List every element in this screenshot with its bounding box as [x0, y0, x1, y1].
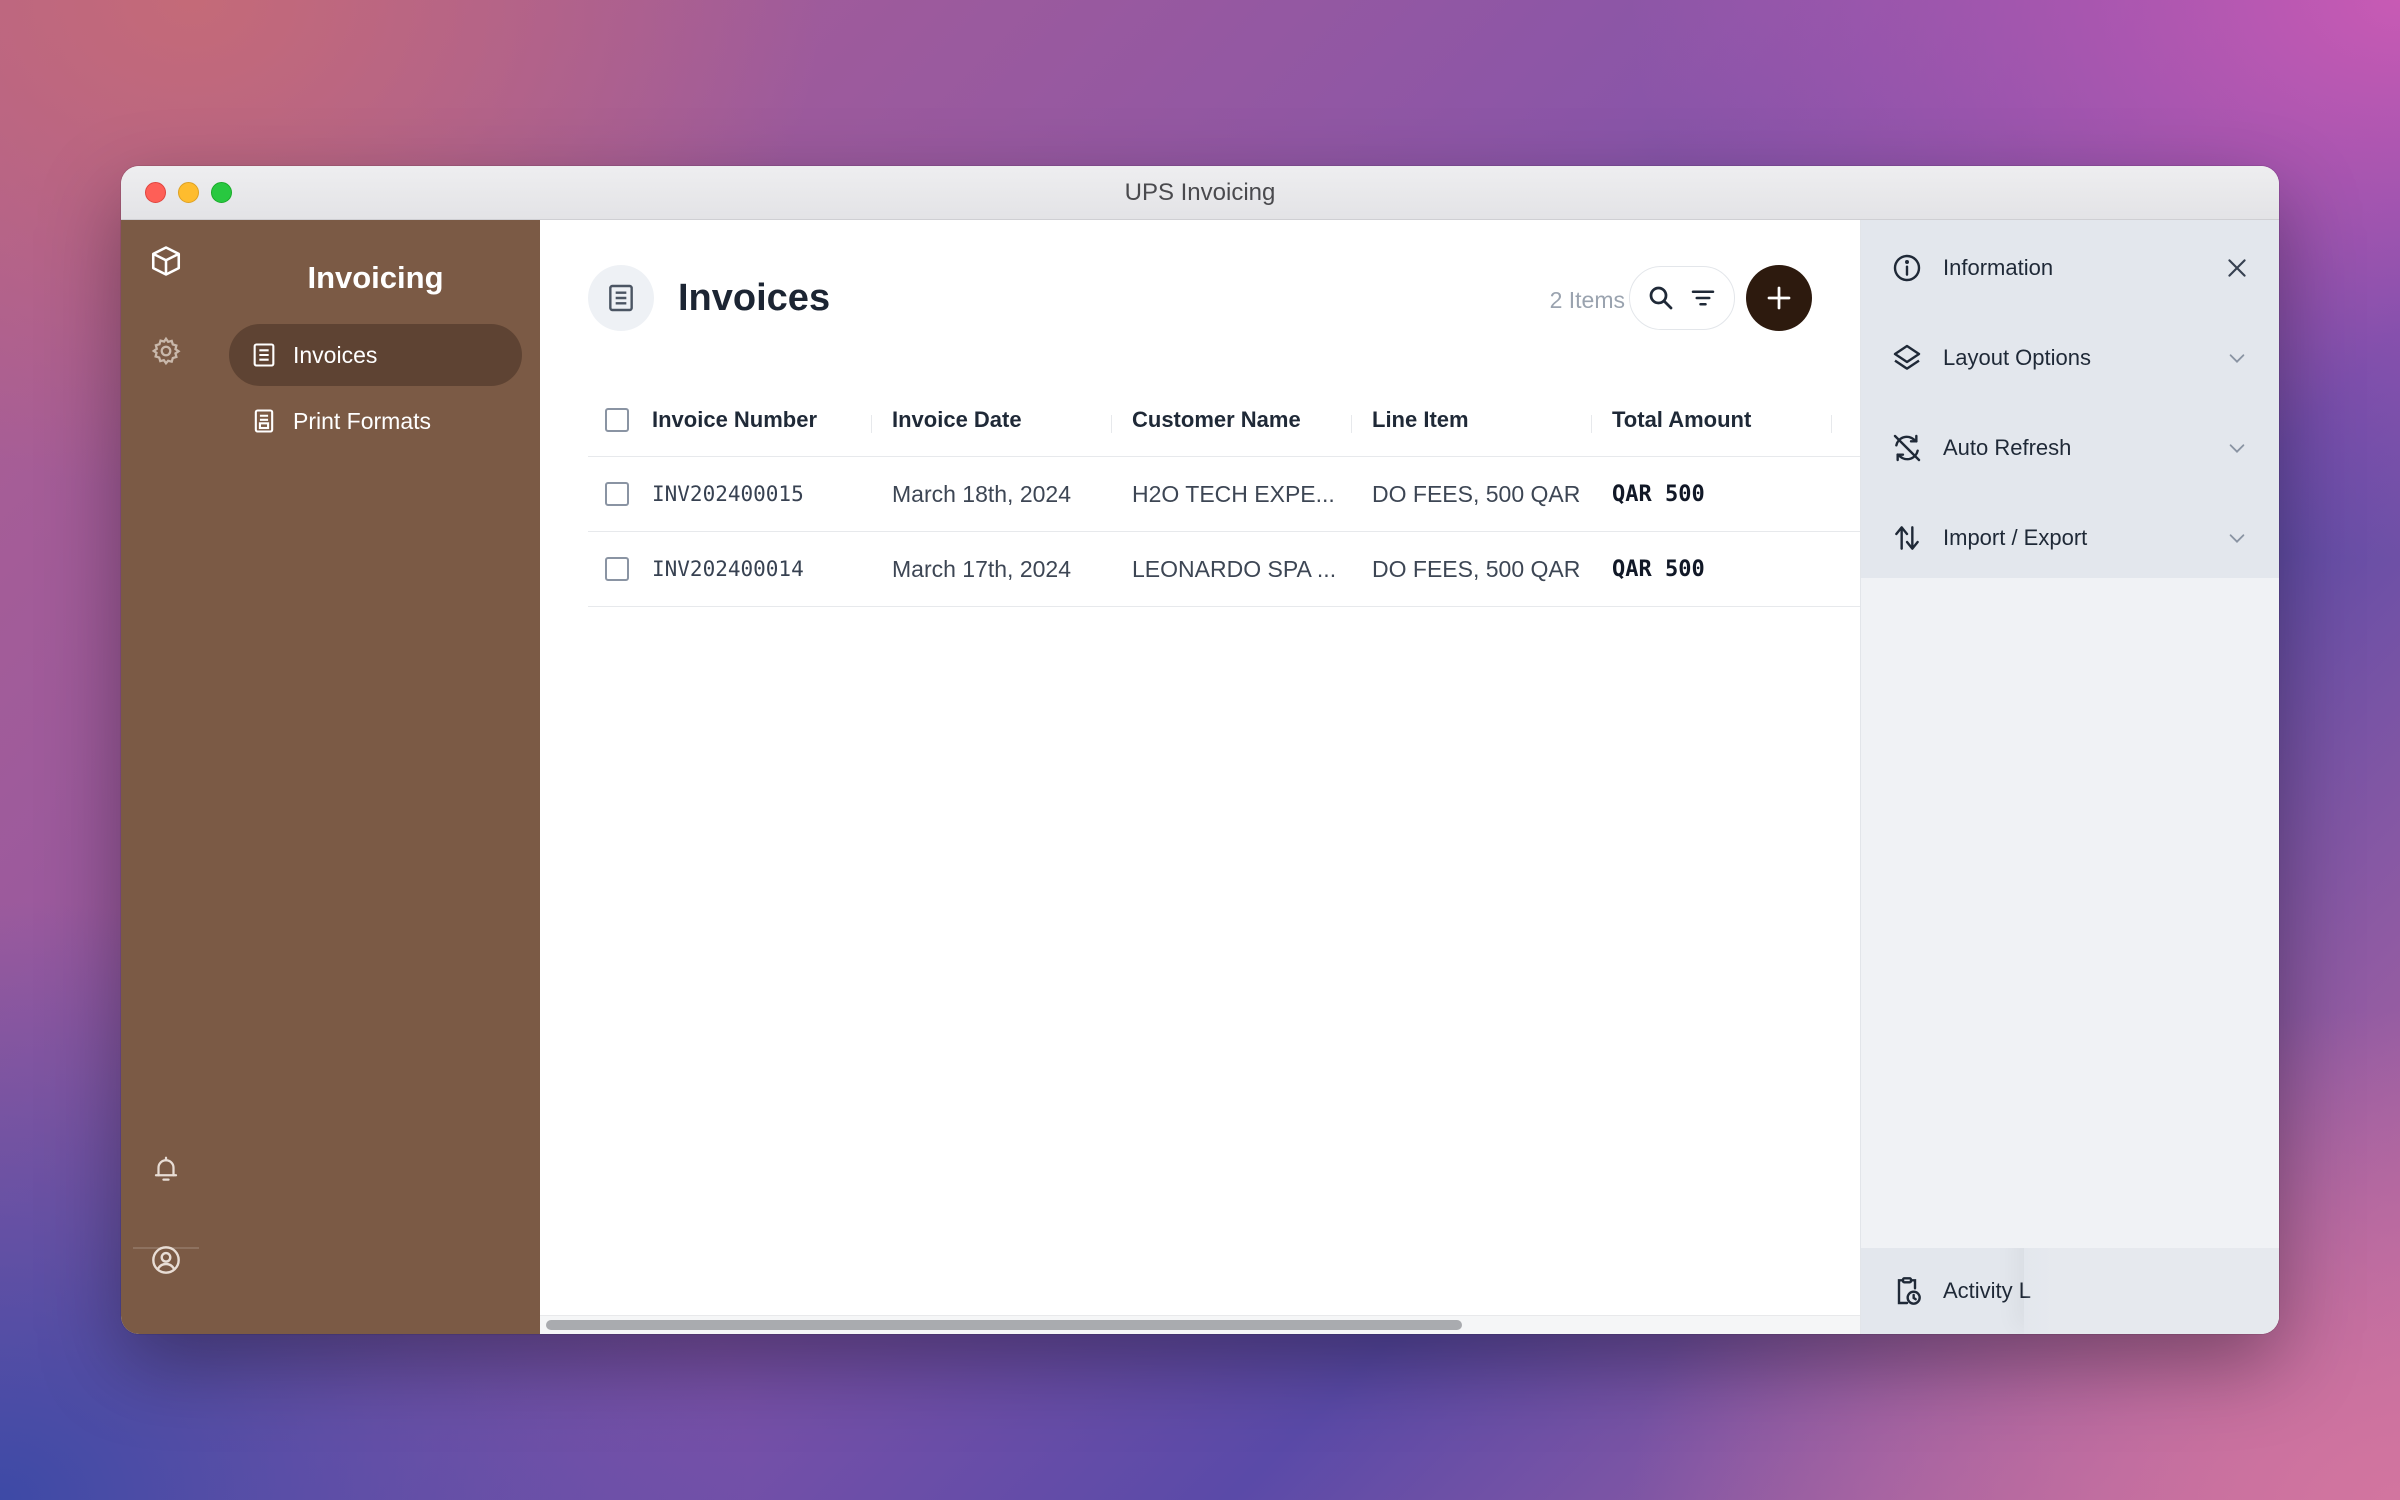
select-all-checkbox[interactable]: [605, 407, 629, 432]
row-select-cell: [588, 557, 632, 581]
column-header-line-item[interactable]: Line Item: [1352, 407, 1592, 433]
line-item: DO FEES, 500 QAR: [1372, 480, 1581, 507]
customer-name: LEONARDO SPA ...: [1132, 555, 1337, 582]
right-panel: Information Layout Options Auto Refresh …: [1860, 220, 2279, 1334]
sidebar: Invoicing Invoices Print Formats: [211, 220, 540, 1334]
add-invoice-button[interactable]: [1746, 265, 1812, 331]
invoice-date: March 18th, 2024: [892, 480, 1072, 507]
document-icon: [249, 406, 279, 436]
sidebar-item-print-formats[interactable]: Print Formats: [229, 390, 522, 452]
sidebar-item-label: Invoices: [293, 341, 378, 368]
table-row[interactable]: INV202400015 March 18th, 2024 H2O TECH E…: [588, 457, 1860, 532]
page-title: Invoices: [678, 277, 831, 319]
receipt-icon: [249, 340, 279, 370]
search-filter-group: [1629, 266, 1735, 330]
clipboard-clock-icon: [1889, 1273, 1925, 1309]
customer-name: H2O TECH EXPE...: [1132, 480, 1335, 507]
title-bar: UPS Invoicing: [121, 166, 2279, 220]
info-icon: [1889, 250, 1925, 286]
chevron-down-icon[interactable]: [2217, 428, 2257, 468]
import-export-icon: [1889, 520, 1925, 556]
sidebar-title: Invoicing: [307, 260, 444, 295]
sidebar-item-invoices[interactable]: Invoices: [229, 324, 522, 386]
icon-rail: [121, 220, 211, 1334]
row-checkbox[interactable]: [605, 557, 629, 581]
layers-icon: [1889, 340, 1925, 376]
layout-options-row[interactable]: Layout Options: [1861, 328, 2279, 388]
chevron-down-icon[interactable]: [2217, 338, 2257, 378]
search-icon[interactable]: [1643, 280, 1679, 316]
activity-log-label: Activity L: [1943, 1278, 2032, 1303]
invoice-number: INV202400014: [652, 557, 804, 581]
row-select-cell: [588, 482, 632, 506]
line-item: DO FEES, 500 QAR: [1372, 555, 1581, 582]
sidebar-item-label: Print Formats: [293, 407, 432, 434]
total-amount: QAR 500: [1612, 556, 1705, 582]
refresh-off-icon: [1889, 430, 1925, 466]
scrollbar-thumb[interactable]: [546, 1320, 1462, 1330]
chevron-down-icon[interactable]: [2217, 518, 2257, 558]
item-count: 2 Items: [1549, 287, 1625, 313]
row-checkbox[interactable]: [605, 482, 629, 506]
column-header-invoice-number[interactable]: Invoice Number: [632, 407, 872, 433]
close-icon[interactable]: [2217, 248, 2257, 288]
column-header-invoice-date[interactable]: Invoice Date: [872, 407, 1112, 433]
bell-icon[interactable]: [147, 1150, 185, 1188]
app-window: UPS Invoicing Invoicing Invoices Print F…: [121, 166, 2279, 1334]
layout-options-label: Layout Options: [1943, 345, 2091, 370]
gear-icon[interactable]: [147, 332, 185, 370]
information-label: Information: [1943, 255, 2054, 280]
page-icon: [588, 265, 654, 331]
import-export-row[interactable]: Import / Export: [1861, 508, 2279, 568]
column-header-customer-name[interactable]: Customer Name: [1112, 407, 1352, 433]
select-all-cell: [588, 407, 632, 432]
invoice-number: INV202400015: [652, 482, 804, 506]
cube-icon[interactable]: [147, 242, 185, 280]
plus-icon: [1767, 286, 1791, 310]
auto-refresh-label: Auto Refresh: [1943, 435, 2072, 460]
panel-overlay: [2024, 1248, 2279, 1334]
information-row[interactable]: Information: [1861, 238, 2279, 298]
receipt-icon: [609, 284, 633, 312]
activity-log-row[interactable]: Activity L: [1861, 1248, 2279, 1334]
filter-icon[interactable]: [1685, 280, 1721, 316]
invoices-table: Invoice Number Invoice Date Customer Nam…: [588, 383, 1860, 607]
total-amount: QAR 500: [1612, 481, 1705, 507]
window-title: UPS Invoicing: [1124, 179, 1276, 206]
invoice-date: March 17th, 2024: [892, 555, 1072, 582]
user-circle-icon[interactable]: [147, 1241, 185, 1279]
main-content: Invoices 2 Items Invoice Number Invoice …: [540, 220, 1860, 1334]
horizontal-scrollbar[interactable]: [540, 1315, 1860, 1334]
auto-refresh-row[interactable]: Auto Refresh: [1861, 418, 2279, 478]
column-header-total-amount[interactable]: Total Amount: [1592, 407, 1832, 433]
import-export-label: Import / Export: [1943, 525, 2088, 550]
panel-options-section: Information Layout Options Auto Refresh …: [1861, 220, 2279, 578]
table-row[interactable]: INV202400014 March 17th, 2024 LEONARDO S…: [588, 532, 1860, 607]
table-header: Invoice Number Invoice Date Customer Nam…: [588, 383, 1860, 457]
